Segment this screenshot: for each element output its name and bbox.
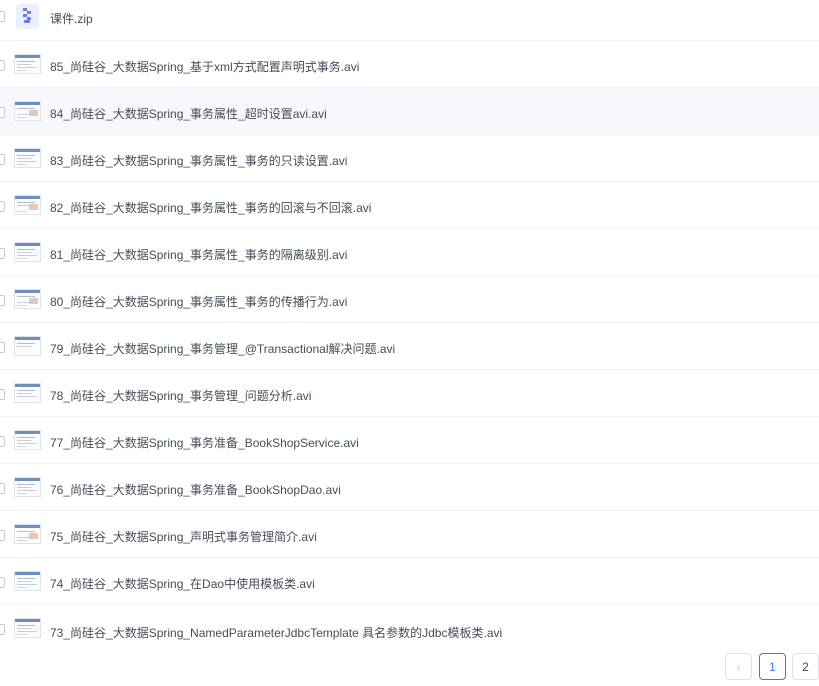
row-checkbox[interactable] (0, 389, 5, 400)
file-name[interactable]: 81_尚硅谷_大数据Spring_事务属性_事务的隔离级别.avi (50, 246, 347, 263)
file-row[interactable]: 82_尚硅谷_大数据Spring_事务属性_事务的回滚与不回滚.avi (0, 182, 819, 229)
row-checkbox[interactable] (0, 11, 5, 22)
file-name[interactable]: 84_尚硅谷_大数据Spring_事务属性_超时设置avi.avi (50, 105, 327, 122)
file-row[interactable]: 73_尚硅谷_大数据Spring_NamedParameterJdbcTempl… (0, 605, 819, 640)
file-row[interactable]: 75_尚硅谷_大数据Spring_声明式事务管理简介.avi (0, 511, 819, 558)
video-thumbnail-icon (14, 242, 41, 262)
video-thumbnail-icon (14, 430, 41, 450)
file-row[interactable]: 76_尚硅谷_大数据Spring_事务准备_BookShopDao.avi (0, 464, 819, 511)
row-checkbox[interactable] (0, 624, 5, 635)
file-name[interactable]: 75_尚硅谷_大数据Spring_声明式事务管理简介.avi (50, 528, 317, 545)
file-row[interactable]: 77_尚硅谷_大数据Spring_事务准备_BookShopService.av… (0, 417, 819, 464)
video-thumbnail-icon (14, 148, 41, 168)
file-name[interactable]: 76_尚硅谷_大数据Spring_事务准备_BookShopDao.avi (50, 481, 341, 498)
file-name[interactable]: 73_尚硅谷_大数据Spring_NamedParameterJdbcTempl… (50, 624, 502, 640)
video-thumbnail-icon (14, 524, 41, 544)
file-row[interactable]: 74_尚硅谷_大数据Spring_在Dao中使用模板类.avi (0, 558, 819, 605)
page-2-button[interactable]: 2 (792, 653, 819, 680)
file-row[interactable]: 79_尚硅谷_大数据Spring_事务管理_@Transactional解决问题… (0, 323, 819, 370)
video-thumbnail-icon (14, 383, 41, 403)
row-checkbox[interactable] (0, 107, 5, 118)
file-row[interactable]: 85_尚硅谷_大数据Spring_基于xml方式配置声明式事务.avi (0, 41, 819, 88)
row-checkbox[interactable] (0, 436, 5, 447)
file-name[interactable]: 79_尚硅谷_大数据Spring_事务管理_@Transactional解决问题… (50, 340, 395, 357)
video-thumbnail-icon (14, 477, 41, 497)
file-name[interactable]: 80_尚硅谷_大数据Spring_事务属性_事务的传播行为.avi (50, 293, 347, 310)
file-row[interactable]: 课件.zip (0, 0, 819, 41)
page-1-button[interactable]: 1 (759, 653, 786, 680)
file-name[interactable]: 78_尚硅谷_大数据Spring_事务管理_问题分析.avi (50, 387, 311, 404)
row-checkbox[interactable] (0, 248, 5, 259)
file-row[interactable]: 78_尚硅谷_大数据Spring_事务管理_问题分析.avi (0, 370, 819, 417)
file-name[interactable]: 77_尚硅谷_大数据Spring_事务准备_BookShopService.av… (50, 434, 359, 451)
row-checkbox[interactable] (0, 530, 5, 541)
row-checkbox[interactable] (0, 295, 5, 306)
file-list: 课件.zip 85_尚硅谷_大数据Spring_基于xml方式配置声明式事务.a… (0, 0, 819, 640)
video-thumbnail-icon (14, 54, 41, 74)
video-thumbnail-icon (14, 571, 41, 591)
file-row[interactable]: 81_尚硅谷_大数据Spring_事务属性_事务的隔离级别.avi (0, 229, 819, 276)
file-row[interactable]: 80_尚硅谷_大数据Spring_事务属性_事务的传播行为.avi (0, 276, 819, 323)
row-checkbox[interactable] (0, 154, 5, 165)
video-thumbnail-icon (14, 289, 41, 309)
row-checkbox[interactable] (0, 201, 5, 212)
zip-file-icon (16, 4, 39, 29)
file-row[interactable]: 83_尚硅谷_大数据Spring_事务属性_事务的只读设置.avi (0, 135, 819, 182)
file-name[interactable]: 82_尚硅谷_大数据Spring_事务属性_事务的回滚与不回滚.avi (50, 199, 371, 216)
row-checkbox[interactable] (0, 483, 5, 494)
file-name[interactable]: 课件.zip (50, 10, 93, 27)
prev-page-button[interactable]: ‹ (725, 653, 752, 680)
row-checkbox[interactable] (0, 60, 5, 71)
row-checkbox[interactable] (0, 342, 5, 353)
video-thumbnail-icon (14, 618, 41, 638)
file-name[interactable]: 83_尚硅谷_大数据Spring_事务属性_事务的只读设置.avi (50, 152, 347, 169)
file-name[interactable]: 85_尚硅谷_大数据Spring_基于xml方式配置声明式事务.avi (50, 58, 359, 75)
video-thumbnail-icon (14, 195, 41, 215)
row-checkbox[interactable] (0, 577, 5, 588)
video-thumbnail-icon (14, 336, 41, 356)
video-thumbnail-icon (14, 101, 41, 121)
file-row[interactable]: 84_尚硅谷_大数据Spring_事务属性_超时设置avi.avi (0, 88, 819, 135)
file-name[interactable]: 74_尚硅谷_大数据Spring_在Dao中使用模板类.avi (50, 575, 315, 592)
